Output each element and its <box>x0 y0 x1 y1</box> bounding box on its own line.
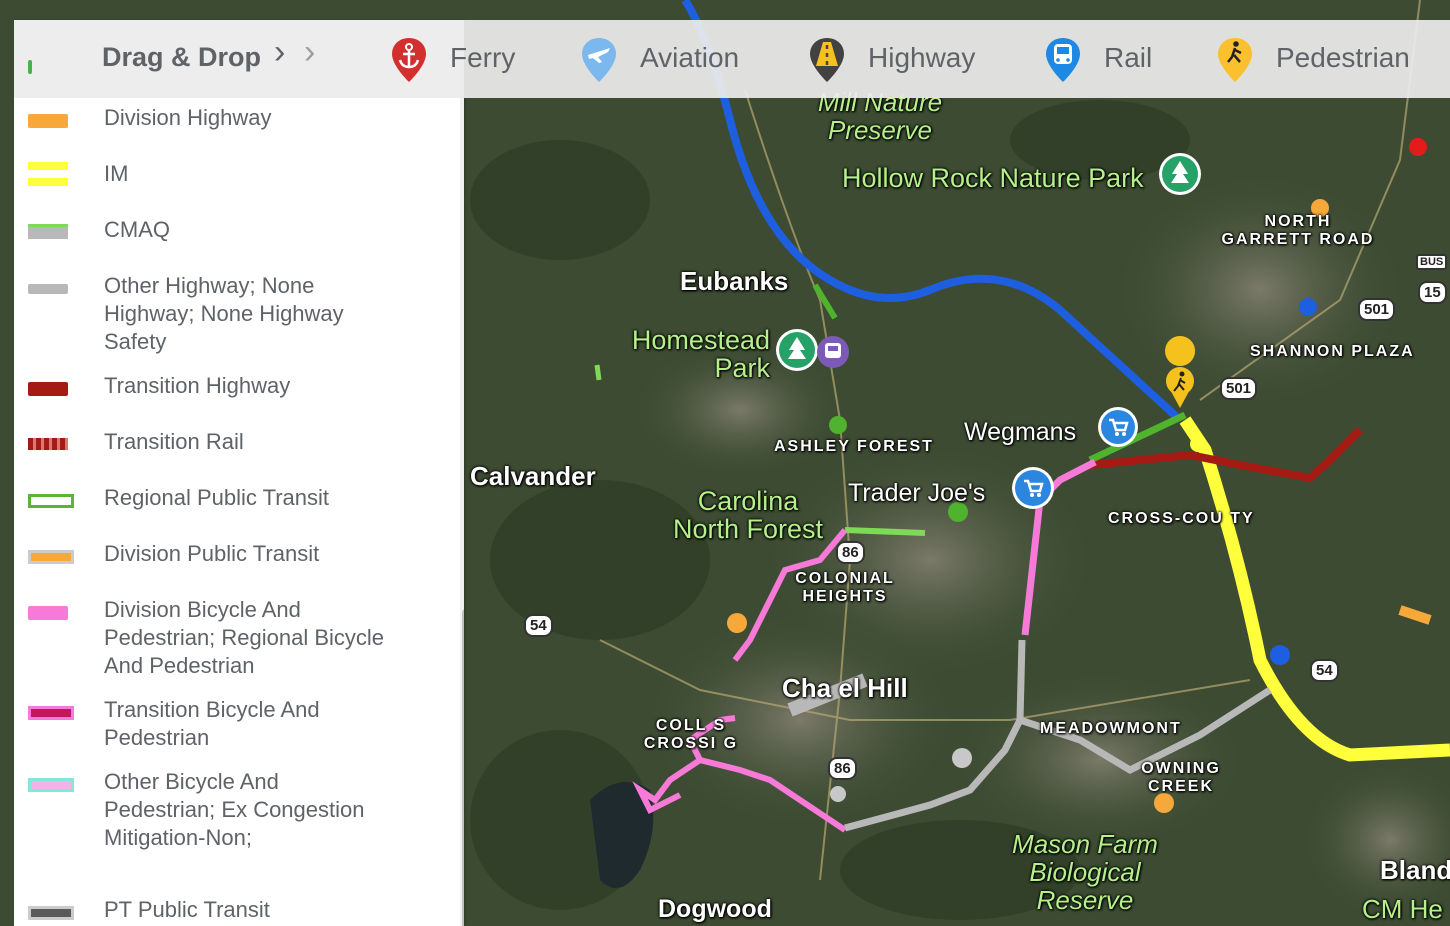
legend-label: IM <box>104 161 129 186</box>
legend-label: Transition Bicycle And Pedestrian <box>104 697 320 750</box>
place-label: Bland <box>1380 855 1450 885</box>
place-label: Wegmans <box>964 418 1077 446</box>
project-point-green[interactable] <box>829 416 847 434</box>
route-shield: BUS <box>1416 254 1448 270</box>
legend-label: Other Highway; None Highway; None Highwa… <box>104 273 344 354</box>
project-point-blue[interactable] <box>1270 645 1290 665</box>
route-shield: 501 <box>1358 298 1396 321</box>
legend-swatch <box>28 606 68 620</box>
legend-swatch <box>28 706 74 720</box>
place-label: Carolina North Forest <box>672 486 824 544</box>
legend-swatch <box>28 438 68 450</box>
category-label: Aviation <box>640 42 740 73</box>
legend-scrollbar[interactable] <box>460 60 464 926</box>
legend-swatch <box>28 114 68 128</box>
category-pedestrian[interactable]: Pedestrian <box>1216 30 1446 88</box>
place-label: COLL S CROSSI G <box>643 717 739 752</box>
bus-icon <box>1046 38 1080 82</box>
legend-label: Transition Highway <box>104 373 291 398</box>
legend-label: Transition Rail <box>104 429 244 454</box>
place-label: Eubanks <box>680 266 789 296</box>
chevron-right-icon[interactable]: › <box>274 32 285 72</box>
legend-swatch <box>28 550 74 564</box>
legend-label: Other Bicycle And Pedestrian; Ex Congest… <box>104 769 365 850</box>
place-label: Cha el Hill <box>782 673 908 703</box>
place-label: CROSS-COU TY <box>1108 510 1255 527</box>
legend-swatch <box>28 906 74 920</box>
category-label: Pedestrian <box>1276 42 1410 73</box>
drag-drop-label: Drag & Drop <box>102 42 262 72</box>
place-label: SHANNON PLAZA <box>1250 343 1415 360</box>
chevron-right-icon[interactable]: › <box>304 32 315 72</box>
place-label: Homestead Park <box>631 325 770 383</box>
legend-swatch <box>28 494 74 508</box>
legend-swatch <box>28 224 68 239</box>
legend-label: PT Public Transit <box>104 897 270 922</box>
place-label: NORTH GARRETT ROAD <box>1221 213 1375 248</box>
anchor-icon <box>392 38 426 82</box>
legend-label: Division Highway <box>104 105 272 130</box>
category-label: Ferry <box>450 42 516 73</box>
legend-label: Division Public Transit <box>104 541 320 566</box>
route-shield: 86 <box>828 757 857 780</box>
airplane-icon <box>582 38 616 82</box>
project-point-gray[interactable] <box>830 786 846 802</box>
category-label: Rail <box>1104 42 1153 73</box>
legend-swatch <box>28 778 74 792</box>
place-label: CM He <box>1362 894 1443 924</box>
project-point-blue[interactable] <box>1299 298 1317 316</box>
category-rail[interactable]: Rail <box>1044 30 1184 88</box>
project-point-yellow[interactable] <box>1190 436 1206 452</box>
road-icon <box>810 38 844 82</box>
project-point-orange[interactable] <box>1154 793 1174 813</box>
legend-panel: Division Highway IM CMAQ Other Highway; … <box>14 20 464 926</box>
legend-scroll-thumb[interactable] <box>462 608 464 926</box>
legend-swatch <box>28 162 68 194</box>
place-label: ASHLEY FOREST <box>774 438 934 455</box>
place-label: MEADOWMONT <box>1040 720 1182 737</box>
drag-handle-icon[interactable] <box>28 60 32 74</box>
place-label: Calvander <box>470 461 596 491</box>
transit-line-green <box>844 527 926 536</box>
bus-stop-icon[interactable] <box>817 336 849 368</box>
place-label: Dogwood <box>658 895 772 923</box>
category-highway[interactable]: Highway <box>808 30 998 88</box>
category-label: Highway <box>868 42 976 73</box>
shopping-cart-icon[interactable] <box>1098 407 1138 447</box>
project-point-orange[interactable] <box>727 613 747 633</box>
category-toolbar: Drag & Drop › › Ferry Aviation Highway R… <box>14 20 1450 98</box>
route-shield: 86 <box>836 541 865 564</box>
legend-swatch <box>28 284 68 294</box>
route-shield: 54 <box>1310 659 1339 682</box>
place-label: Mason Farm Biological Reserve <box>1012 829 1158 915</box>
legend-swatch <box>28 382 68 396</box>
cmaq-line-west <box>594 364 602 381</box>
project-point-red[interactable] <box>1409 138 1427 156</box>
walking-person-icon <box>1218 38 1252 82</box>
category-ferry[interactable]: Ferry <box>390 30 550 88</box>
shopping-cart-icon[interactable] <box>1012 467 1054 509</box>
place-label: Hollow Rock Nature Park <box>842 163 1144 193</box>
route-shield: 15 <box>1418 281 1447 304</box>
project-point-gray[interactable] <box>952 748 972 768</box>
place-label: OWNING CREEK <box>1141 760 1221 795</box>
legend-label: Regional Public Transit <box>104 485 330 510</box>
route-shield: 501 <box>1220 377 1258 400</box>
legend-label: Division Bicycle And Pedestrian; Regiona… <box>104 597 385 678</box>
legend-label: CMAQ <box>104 217 170 242</box>
place-label: Trader Joe's <box>848 479 986 507</box>
park-pin-icon[interactable] <box>1159 153 1201 195</box>
route-shield: 54 <box>524 614 553 637</box>
category-aviation[interactable]: Aviation <box>580 30 770 88</box>
place-label: COLONIAL HEIGHTS <box>795 570 895 605</box>
park-pin-icon[interactable] <box>776 329 818 371</box>
